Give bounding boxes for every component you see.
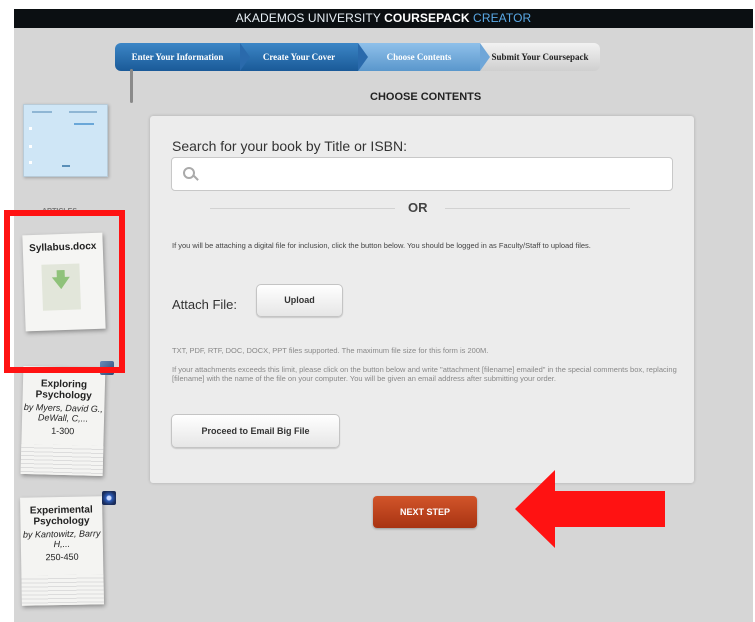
book-card[interactable]: Experimental Psychology by Kantowitz, Ba… bbox=[20, 496, 104, 606]
search-icon bbox=[183, 167, 195, 179]
search-input[interactable] bbox=[206, 164, 660, 184]
attach-file-label: Attach File: bbox=[172, 297, 238, 312]
step-label: Submit Your Coursepack bbox=[491, 52, 589, 62]
book-card[interactable]: Exploring Psychology by Myers, David G.,… bbox=[20, 365, 106, 477]
step-label: Choose Contents bbox=[386, 52, 452, 62]
app-header: AKADEMOS UNIVERSITY COURSEPACK CREATOR bbox=[14, 9, 753, 28]
step-label: Create Your Cover bbox=[262, 52, 336, 62]
next-step-button[interactable]: NEXT STEP bbox=[373, 496, 477, 528]
or-label: OR bbox=[408, 200, 428, 215]
supported-formats-text: TXT, PDF, RTF, DOC, DOCX, PPT files supp… bbox=[172, 346, 489, 355]
book-author: by Myers, David G., DeWall, C,... bbox=[23, 401, 103, 424]
attach-instructions: If you will be attaching a digital file … bbox=[172, 241, 591, 250]
search-label: Search for your book by Title or ISBN: bbox=[172, 138, 407, 154]
contents-panel: Search for your book by Title or ISBN: O… bbox=[150, 116, 694, 483]
card-lines bbox=[21, 574, 104, 606]
progress-steps: Enter Your Information Create Your Cover… bbox=[115, 43, 600, 71]
page-title: CHOOSE CONTENTS bbox=[370, 91, 482, 103]
book-pages: 250-450 bbox=[45, 551, 79, 563]
divider bbox=[445, 208, 630, 209]
step-arrow-icon bbox=[358, 43, 368, 71]
card-lines bbox=[20, 443, 104, 477]
book-author: by Kantowitz, Barry H,... bbox=[22, 528, 101, 550]
step-arrow-icon bbox=[480, 43, 490, 71]
step-label: Enter Your Information bbox=[131, 52, 224, 62]
step-choose-contents[interactable]: Choose Contents bbox=[358, 43, 490, 71]
book-pages: 1-300 bbox=[51, 425, 75, 437]
book-title: Experimental Psychology bbox=[29, 504, 93, 528]
book-cover-icon bbox=[102, 491, 116, 505]
step-enter-information[interactable]: Enter Your Information bbox=[115, 43, 250, 71]
size-limit-text: If your attachments exceeds this limit, … bbox=[172, 365, 677, 383]
cover-thumbnail[interactable] bbox=[23, 104, 108, 177]
header-creator: CREATOR bbox=[473, 11, 532, 25]
annotation-arrow-icon bbox=[515, 470, 665, 548]
divider bbox=[210, 208, 395, 209]
search-box[interactable] bbox=[171, 157, 673, 191]
book-title: Exploring Psychology bbox=[35, 378, 92, 402]
email-big-file-button[interactable]: Proceed to Email Big File bbox=[171, 414, 340, 448]
step-submit-coursepack[interactable]: Submit Your Coursepack bbox=[480, 43, 600, 71]
header-coursepack: COURSEPACK bbox=[384, 11, 470, 25]
annotation-highlight-box bbox=[4, 210, 125, 373]
step-arrow-icon bbox=[240, 43, 250, 71]
header-university: AKADEMOS UNIVERSITY bbox=[235, 11, 381, 25]
step-create-cover[interactable]: Create Your Cover bbox=[240, 43, 368, 71]
upload-button[interactable]: Upload bbox=[256, 284, 343, 317]
sidebar-scrollbar[interactable] bbox=[130, 69, 133, 103]
